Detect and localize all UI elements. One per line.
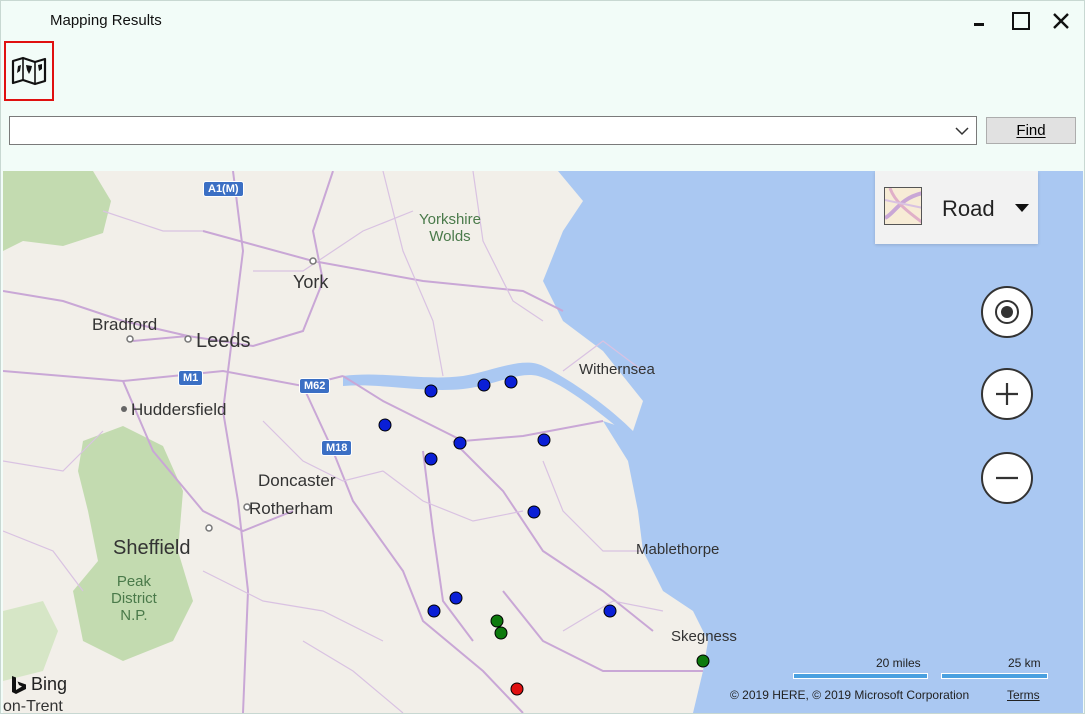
- map-toolbar-button[interactable]: [4, 41, 54, 101]
- terms-link[interactable]: Terms: [1007, 688, 1040, 702]
- bing-logo: Bing: [11, 674, 67, 695]
- zoom-in-button[interactable]: [981, 368, 1033, 420]
- result-pin[interactable]: [504, 375, 518, 389]
- window-title: Mapping Results: [50, 12, 162, 29]
- minimize-button[interactable]: [967, 9, 991, 33]
- result-pin[interactable]: [490, 614, 504, 628]
- search-combobox[interactable]: [9, 116, 977, 145]
- road-map-thumbnail-icon: [884, 187, 922, 225]
- on-trent-label: on-Trent: [3, 698, 63, 713]
- caret-down-icon: [1015, 204, 1029, 212]
- result-pin[interactable]: [427, 604, 441, 618]
- result-pin[interactable]: [537, 433, 551, 447]
- locate-icon: [995, 300, 1019, 324]
- plus-icon: [996, 383, 1018, 405]
- close-button[interactable]: [1049, 9, 1073, 33]
- result-pin[interactable]: [449, 591, 463, 605]
- scale-km-label: 25 km: [1008, 656, 1041, 670]
- result-pin[interactable]: [494, 626, 508, 640]
- scale-bar-km: [941, 673, 1048, 679]
- mapping-results-window: Mapping Results Find A1(M) M1 M62 M18 Yo…: [0, 0, 1085, 714]
- close-icon: [1053, 13, 1069, 29]
- bing-label: Bing: [31, 674, 68, 694]
- minimize-icon: [974, 23, 984, 26]
- find-button[interactable]: Find: [986, 117, 1076, 144]
- locate-me-button[interactable]: [981, 286, 1033, 338]
- chevron-down-icon[interactable]: [954, 123, 970, 139]
- maximize-button[interactable]: [1009, 9, 1033, 33]
- result-pin[interactable]: [477, 378, 491, 392]
- find-button-label: Find: [1016, 122, 1046, 139]
- map-view[interactable]: A1(M) M1 M62 M18 Yorkshire Wolds York Br…: [3, 171, 1083, 713]
- result-pin[interactable]: [424, 452, 438, 466]
- map-style-selector[interactable]: Road: [875, 171, 1038, 244]
- result-pin[interactable]: [603, 604, 617, 618]
- result-pin[interactable]: [696, 654, 710, 668]
- maximize-icon: [1012, 12, 1030, 30]
- copyright-text: © 2019 HERE, © 2019 Microsoft Corporatio…: [730, 688, 970, 702]
- bing-icon: [12, 675, 26, 694]
- result-pin[interactable]: [378, 418, 392, 432]
- minus-icon: [996, 476, 1018, 480]
- result-pins: [378, 375, 710, 696]
- result-pin[interactable]: [424, 384, 438, 398]
- result-pin[interactable]: [527, 505, 541, 519]
- map-style-label: Road: [942, 196, 995, 221]
- result-pin[interactable]: [453, 436, 467, 450]
- scale-miles-label: 20 miles: [876, 656, 921, 670]
- result-pin[interactable]: [510, 682, 524, 696]
- folded-map-icon: [11, 56, 47, 86]
- scale-bar-miles: [793, 673, 928, 679]
- zoom-out-button[interactable]: [981, 452, 1033, 504]
